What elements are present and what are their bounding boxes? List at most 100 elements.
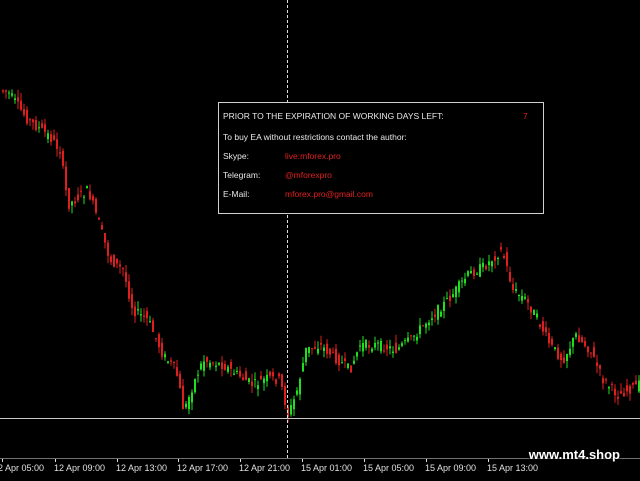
time-tick	[240, 459, 241, 462]
bear-candle	[527, 299, 529, 303]
bull-candle	[149, 321, 151, 323]
bull-candle	[437, 305, 439, 320]
bear-candle	[224, 364, 226, 370]
bear-candle	[611, 383, 613, 385]
bull-candle	[533, 310, 535, 315]
contact-line: To buy EA without restrictions contact t…	[223, 132, 407, 142]
bear-candle	[449, 295, 451, 301]
bear-candle	[29, 119, 31, 121]
bull-candle	[305, 347, 307, 362]
bear-candle	[623, 392, 625, 397]
skype-label: Skype:	[223, 151, 249, 161]
bull-candle	[401, 343, 403, 346]
bear-candle	[269, 371, 271, 376]
bull-candle	[248, 378, 250, 382]
bull-candle	[536, 313, 538, 318]
bull-candle	[416, 336, 418, 341]
bull-candle	[293, 399, 295, 410]
bear-candle	[59, 152, 61, 154]
bull-candle	[203, 361, 205, 371]
bear-candle	[74, 201, 76, 204]
bear-candle	[557, 347, 559, 359]
bull-candle	[83, 196, 85, 198]
bear-candle	[23, 109, 25, 115]
bear-candle	[584, 341, 586, 347]
bear-candle	[281, 374, 283, 387]
bear-candle	[587, 346, 589, 353]
bear-candle	[17, 97, 19, 102]
bear-candle	[53, 135, 55, 140]
bull-candle	[353, 360, 355, 364]
time-tick	[364, 459, 365, 462]
bear-candle	[311, 348, 313, 350]
bear-candle	[530, 306, 532, 313]
bear-candle	[62, 150, 64, 166]
bear-candle	[494, 256, 496, 261]
bear-candle	[119, 264, 121, 267]
bull-candle	[38, 127, 40, 129]
bear-candle	[206, 357, 208, 362]
bear-candle	[614, 388, 616, 396]
bear-candle	[629, 386, 631, 394]
bear-candle	[251, 381, 253, 387]
bull-candle	[566, 354, 568, 361]
bear-candle	[548, 333, 550, 344]
bull-candle	[458, 281, 460, 293]
bull-candle	[407, 337, 409, 342]
candlestick-series	[2, 89, 640, 423]
bull-candle	[11, 93, 13, 96]
bull-candle	[302, 363, 304, 372]
bear-candle	[512, 284, 514, 291]
crosshair-vertical-line	[287, 0, 288, 458]
bear-candle	[344, 358, 346, 361]
bull-candle	[14, 98, 16, 100]
bull-candle	[419, 325, 421, 335]
bull-candle	[86, 186, 88, 189]
bear-candle	[77, 194, 79, 201]
time-label: 12 Apr 13:00	[116, 463, 168, 473]
bear-candle	[107, 242, 109, 256]
bear-candle	[35, 120, 37, 130]
bull-candle	[392, 351, 394, 353]
bear-candle	[134, 306, 136, 317]
bear-candle	[155, 338, 157, 340]
time-label: 12 Apr 09:00	[54, 463, 106, 473]
bear-candle	[158, 334, 160, 348]
bull-candle	[8, 92, 10, 94]
bull-candle	[380, 340, 382, 352]
horizontal-price-line[interactable]	[0, 418, 640, 419]
time-label: 2 Apr 05:00	[0, 463, 45, 473]
bear-candle	[32, 119, 34, 123]
bear-candle	[272, 372, 274, 377]
bear-candle	[593, 347, 595, 357]
bull-candle	[191, 392, 193, 403]
bear-candle	[386, 344, 388, 350]
bear-candle	[335, 348, 337, 364]
bear-candle	[395, 342, 397, 353]
bear-candle	[485, 265, 487, 270]
time-tick	[488, 459, 489, 462]
bull-candle	[164, 354, 166, 358]
price-chart[interactable]: PRIOR TO THE EXPIRATION OF WORKING DAYS …	[0, 0, 640, 458]
bear-candle	[170, 360, 172, 362]
bull-candle	[254, 379, 256, 381]
bull-candle	[188, 396, 190, 410]
bull-candle	[185, 403, 187, 408]
bear-candle	[26, 109, 28, 124]
bear-candle	[329, 348, 331, 355]
time-tick	[302, 459, 303, 462]
bear-candle	[596, 362, 598, 366]
bull-candle	[482, 262, 484, 268]
bull-candle	[497, 258, 499, 259]
bear-candle	[635, 380, 637, 385]
bear-candle	[179, 373, 181, 389]
bear-candle	[284, 386, 286, 405]
bear-candle	[590, 352, 592, 354]
bear-candle	[239, 370, 241, 377]
bear-candle	[110, 256, 112, 263]
bull-candle	[233, 373, 235, 375]
bear-candle	[332, 351, 334, 353]
bear-candle	[68, 188, 70, 209]
bear-candle	[230, 362, 232, 369]
bear-candle	[563, 357, 565, 363]
